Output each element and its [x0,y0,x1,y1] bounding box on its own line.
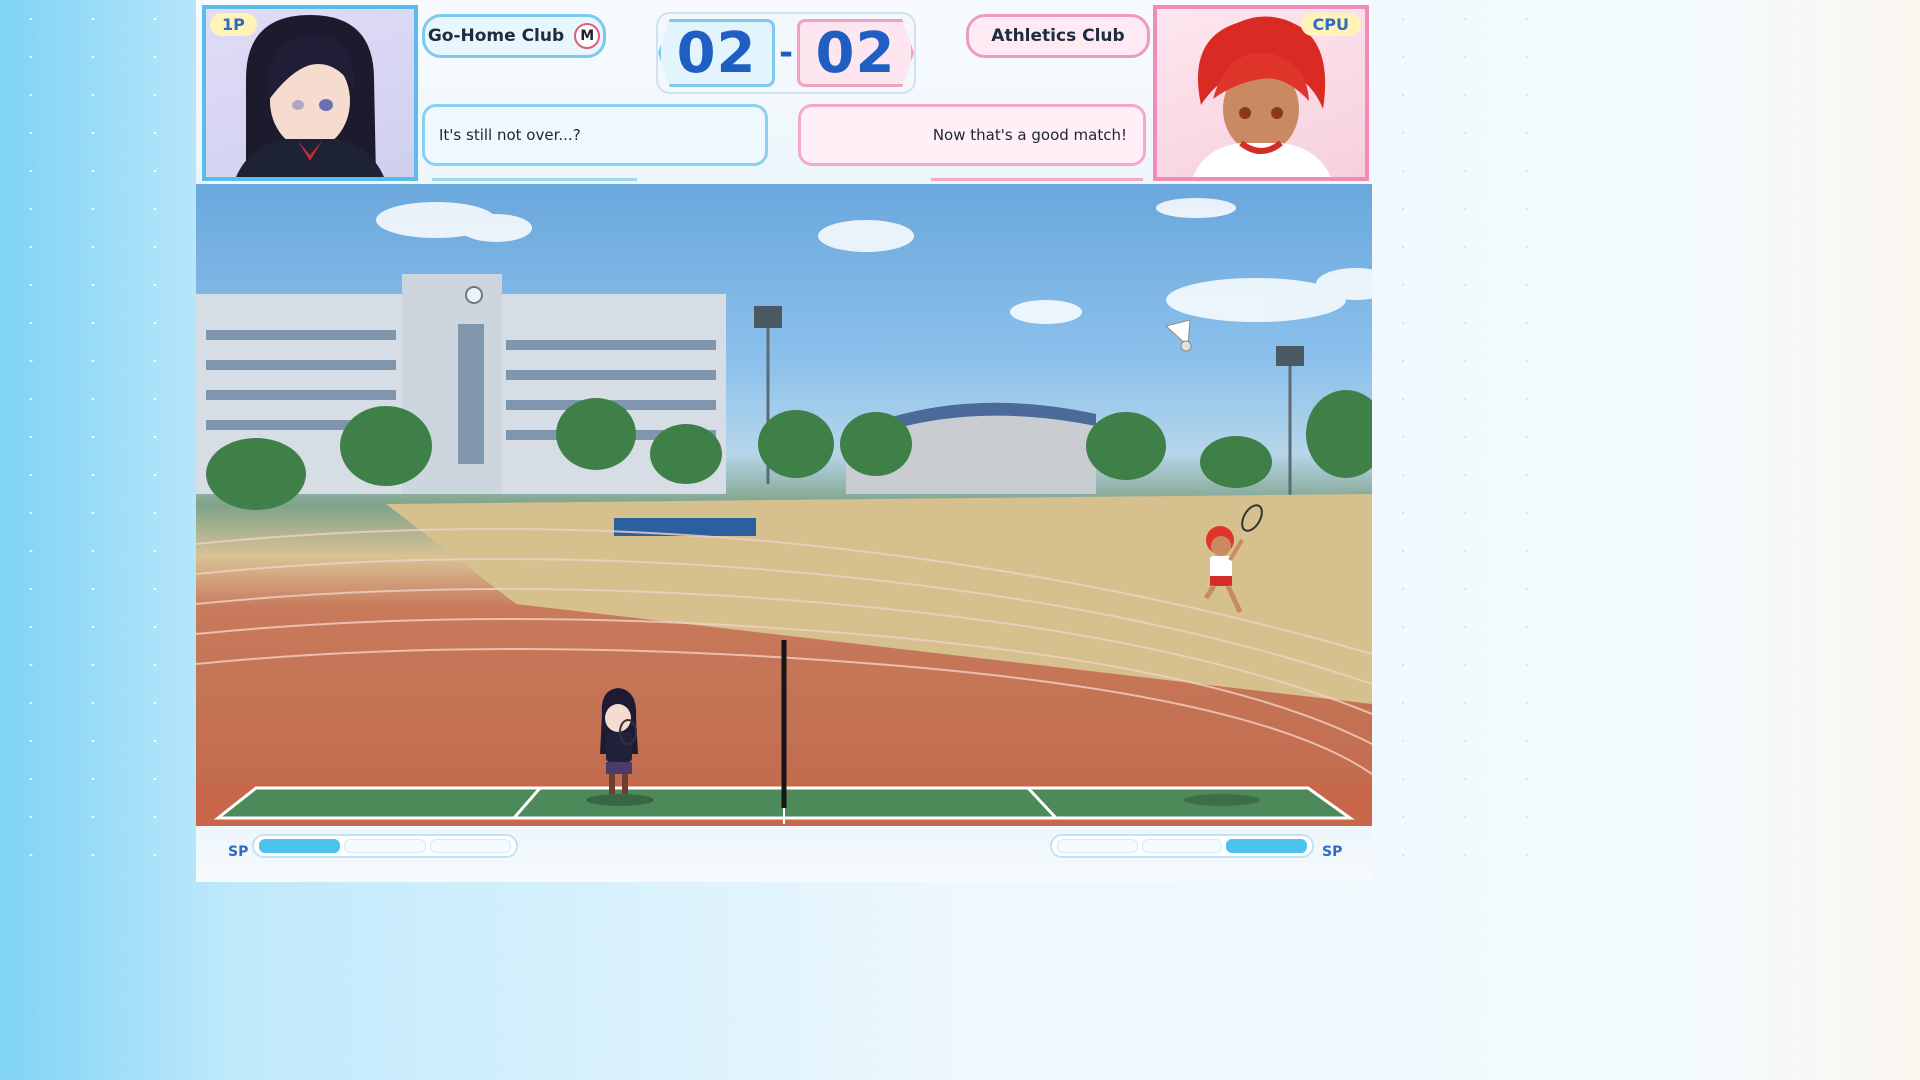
cpu-club-name: Athletics Club [966,14,1150,58]
score-right: 02 [796,19,915,87]
cpu-club-label: Athletics Club [991,26,1125,46]
game-frame: 1P Go-Home Club M 02 - 02 Athletics Club [196,0,1372,882]
player1-speech-bubble: It's still not over...? [422,104,768,166]
player1-underline-bar [432,178,637,181]
game-stage [196,184,1372,826]
sp-segment [1057,839,1138,853]
shuttlecock-icon [1164,319,1192,352]
player1-sp-label: SP [228,844,249,860]
sp-segment [344,839,426,853]
cpu-sp-gauge [1050,834,1314,858]
player1-tag: 1P [210,13,257,36]
player1-club-label: Go-Home Club [427,26,565,46]
player1-sp-gauge [252,834,518,858]
sp-segment [1141,839,1223,853]
score-separator: - [778,33,794,73]
cpu-portrait: CPU [1153,5,1369,181]
cpu-dialogue: Now that's a good match! [932,126,1127,144]
high-jump-mat [614,518,756,536]
sp-segment [1226,839,1308,853]
club-badge-icon: M [574,23,601,49]
cpu-sp-label: SP [1322,844,1343,860]
cpu-tag: CPU [1300,13,1361,36]
hud-top: 1P Go-Home Club M 02 - 02 Athletics Club [196,0,1372,184]
background-dots-right [1372,0,1568,882]
scoreboard: 02 - 02 [656,12,916,94]
stage-scene [196,198,1372,826]
cpu-speech-bubble: Now that's a good match! [798,104,1146,166]
background-dots-left [0,0,196,882]
sp-segment [259,839,341,853]
score-left: 02 [658,19,776,87]
sp-gauge-bar: SP SP [196,826,1372,882]
cpu-underline-bar [931,178,1143,181]
sp-segment [429,839,511,853]
player1-club-name: Go-Home Club M [422,14,606,58]
sand-field [386,494,1372,704]
player1-portrait: 1P [202,5,418,181]
player1-dialogue: It's still not over...? [439,126,581,144]
